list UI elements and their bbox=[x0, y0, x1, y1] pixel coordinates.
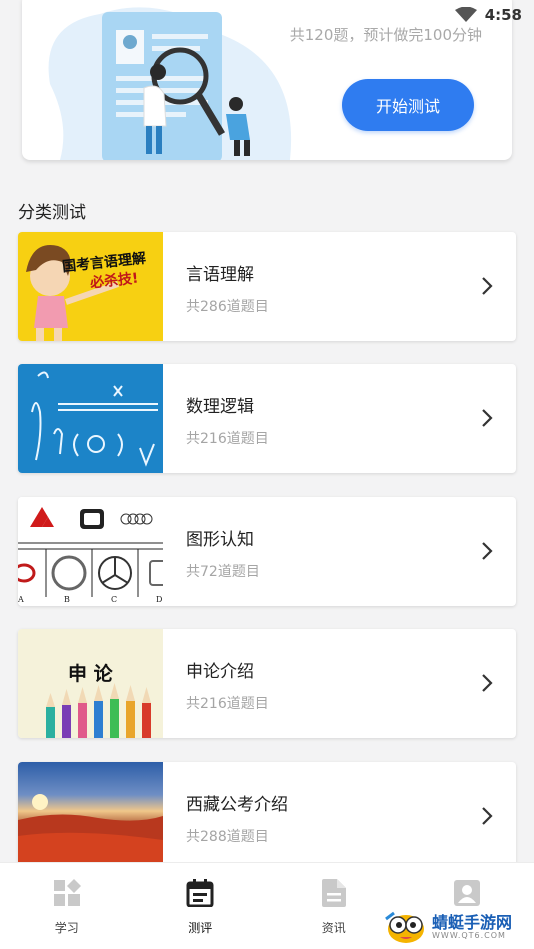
category-name: 数理逻辑 bbox=[186, 397, 254, 417]
option-label-a: A bbox=[18, 595, 24, 604]
start-test-button[interactable]: 开始测试 bbox=[342, 79, 474, 131]
watermark-name: 蜻蜓手游网 bbox=[432, 912, 513, 932]
category-thumb-essay: 申 论 bbox=[18, 629, 163, 738]
nav-item-news[interactable]: 资讯 bbox=[267, 863, 401, 949]
grid-icon bbox=[53, 879, 81, 906]
option-label-d: D bbox=[156, 595, 163, 604]
nav-label: 学习 bbox=[54, 921, 79, 935]
category-item-tibet[interactable]: 西藏公考介绍 共288道题目 bbox=[18, 762, 516, 871]
status-time: 4:58 bbox=[484, 6, 522, 24]
category-item-math[interactable]: 数理逻辑 共216道题目 bbox=[18, 364, 516, 473]
category-count: 共72道题目 bbox=[186, 564, 260, 580]
nav-label: 测评 bbox=[188, 921, 213, 935]
option-label-c: C bbox=[111, 595, 118, 604]
nav-item-study[interactable]: 学习 bbox=[0, 863, 134, 949]
math-formula-image bbox=[31, 371, 158, 467]
chevron-right-icon bbox=[482, 807, 493, 825]
tibet-landscape-image bbox=[18, 794, 163, 871]
category-thumb-math bbox=[18, 364, 163, 473]
category-name: 图形认知 bbox=[186, 530, 254, 550]
category-thumb-graphics: A B C D bbox=[18, 497, 163, 606]
calendar-icon bbox=[186, 879, 214, 907]
category-thumb-tibet bbox=[18, 762, 163, 871]
car-logos-image bbox=[18, 507, 163, 597]
watermark-url: WWW.QT6.COM bbox=[432, 930, 506, 940]
category-count: 共286道题目 bbox=[186, 299, 269, 315]
category-item-essay[interactable]: 申 论 申论介绍 共216道题目 bbox=[18, 629, 516, 738]
profile-icon bbox=[454, 880, 481, 906]
watermark: 蜻蜓手游网 WWW.QT6.COM bbox=[384, 906, 530, 948]
wifi-icon bbox=[454, 7, 477, 22]
nav-label: 资讯 bbox=[321, 921, 346, 935]
watermark-text: 蜻蜓手游网 WWW.QT6.COM bbox=[432, 912, 513, 940]
option-label-b: B bbox=[64, 595, 70, 604]
chevron-right-icon bbox=[482, 674, 493, 692]
category-item-graphics[interactable]: A B C D 图形认知 共72道题目 bbox=[18, 497, 516, 606]
chevron-right-icon bbox=[482, 277, 493, 295]
category-count: 共216道题目 bbox=[186, 696, 269, 712]
nav-item-assess[interactable]: 测评 bbox=[134, 863, 268, 949]
chevron-right-icon bbox=[482, 542, 493, 560]
category-name: 申论介绍 bbox=[186, 662, 254, 682]
category-count: 共216道题目 bbox=[186, 431, 269, 447]
status-bar: 4:58 bbox=[0, 0, 534, 30]
category-count: 共288道题目 bbox=[186, 829, 269, 845]
category-name: 西藏公考介绍 bbox=[186, 795, 288, 815]
category-thumb-verbal: 国考言语理解 必杀技! bbox=[18, 232, 163, 341]
category-item-verbal[interactable]: 国考言语理解 必杀技! 言语理解 共286道题目 bbox=[18, 232, 516, 341]
section-title: 分类测试 bbox=[18, 203, 86, 223]
dragonfly-mascot-icon bbox=[385, 911, 424, 943]
thumb-essay-text: 申 论 bbox=[68, 663, 113, 685]
category-name: 言语理解 bbox=[186, 265, 254, 285]
chevron-right-icon bbox=[482, 409, 493, 427]
document-icon bbox=[321, 879, 346, 907]
